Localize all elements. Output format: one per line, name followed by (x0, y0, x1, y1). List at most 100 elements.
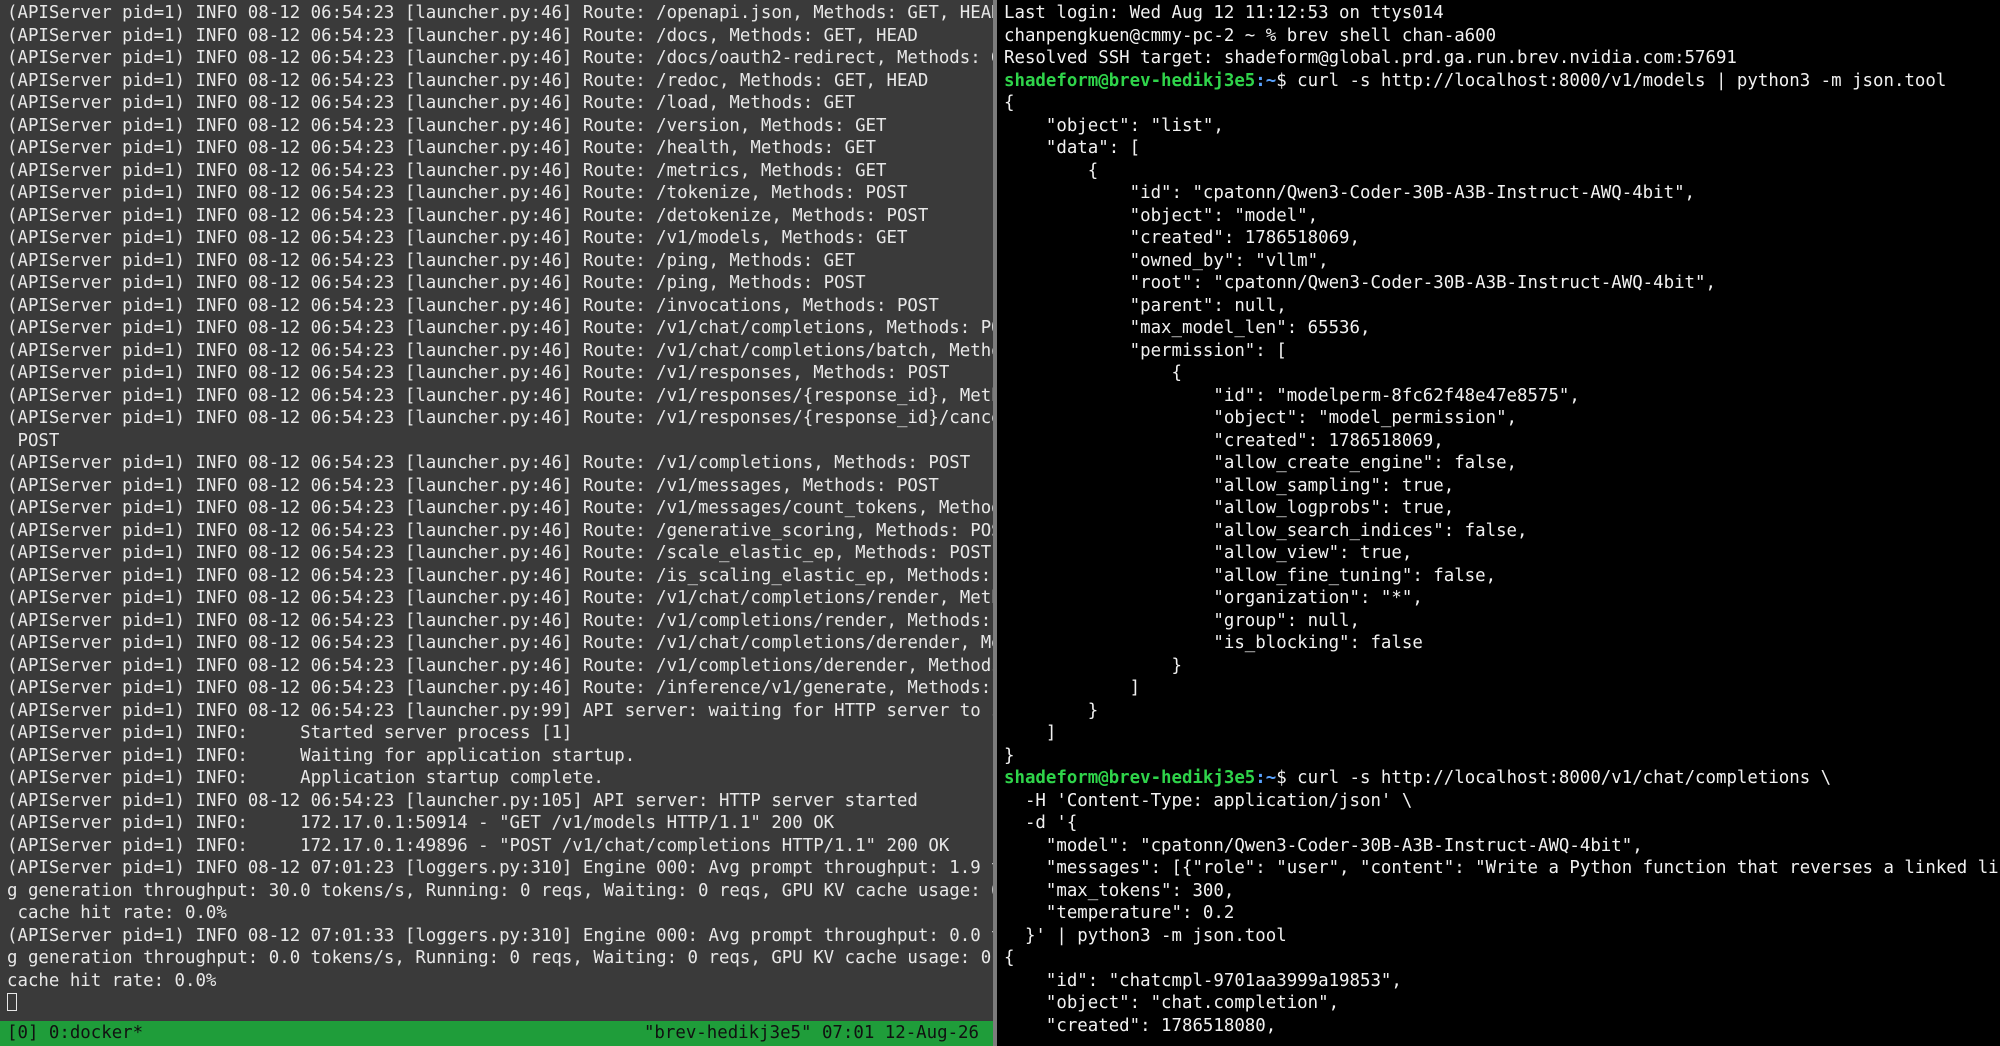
json-line: } (1004, 745, 1015, 766)
log-line: (APIServer pid=1) INFO 08-12 06:54:23 [l… (7, 363, 950, 383)
json-line: -d '{ (1004, 813, 1078, 833)
log-line: (APIServer pid=1) INFO 08-12 06:54:23 [l… (7, 25, 918, 46)
shell-line: Last login: Wed Aug 12 11:12:53 on ttys0… (1004, 3, 1444, 23)
log-line: (APIServer pid=1) INFO 08-12 06:54:23 [l… (7, 93, 856, 113)
log-line: (APIServer pid=1) INFO 08-12 06:54:23 [l… (7, 48, 993, 68)
log-line: (APIServer pid=1) INFO 08-12 06:54:23 [l… (7, 678, 993, 698)
log-line: (APIServer pid=1) INFO 08-12 06:54:23 [l… (7, 250, 856, 271)
log-line: g generation throughput: 30.0 tokens/s, … (7, 880, 993, 901)
log-line: (APIServer pid=1) INFO 08-12 06:54:23 [l… (7, 205, 929, 226)
log-line: (APIServer pid=1) INFO: 172.17.0.1:49896… (7, 835, 950, 856)
json-line: "allow_create_engine": false, (1004, 453, 1518, 473)
command-text: $ curl -s http://localhost:8000/v1/model… (1276, 70, 1947, 91)
prompt-path: :~ (1255, 768, 1277, 788)
json-line: "permission": [ (1004, 340, 1287, 361)
log-line: (APIServer pid=1) INFO 08-12 06:54:23 [l… (7, 453, 971, 473)
json-line: "allow_search_indices": false, (1004, 520, 1528, 541)
json-line: ] (1004, 678, 1141, 698)
tmux-window-list[interactable]: [0] 0:docker* (7, 1021, 143, 1046)
log-line: (APIServer pid=1) INFO 08-12 06:54:23 [l… (7, 3, 993, 23)
json-line: "max_tokens": 300, (1004, 880, 1235, 901)
json-line: "max_model_len": 65536, (1004, 318, 1371, 338)
log-line: POST (7, 430, 60, 451)
json-line: "allow_fine_tuning": false, (1004, 565, 1497, 586)
log-line: (APIServer pid=1) INFO 08-12 07:01:33 [l… (7, 925, 993, 946)
shell-line: Resolved SSH target: shadeform@global.pr… (1004, 48, 1737, 68)
terminal-cursor (7, 993, 17, 1011)
json-line: "created": 1786518080, (1004, 1015, 1277, 1036)
json-line: "messages": [{"role": "user", "content":… (1004, 858, 2000, 878)
prompt-line: shadeform@brev-hedikj3e5:~$ curl -s http… (1004, 767, 1996, 790)
log-line: (APIServer pid=1) INFO: Application star… (7, 768, 604, 788)
log-line: (APIServer pid=1) INFO 08-12 06:54:23 [l… (7, 475, 939, 496)
terminal-window: (APIServer pid=1) INFO 08-12 06:54:23 [l… (0, 0, 2000, 1046)
json-line: "is_blocking": false (1004, 633, 1423, 653)
log-line: (APIServer pid=1) INFO 08-12 06:54:23 [l… (7, 498, 993, 518)
json-line: "root": "cpatonn/Qwen3-Coder-30B-A3B-Ins… (1004, 273, 1716, 293)
json-line: "id": "chatcmpl-9701aa3999a19853", (1004, 970, 1402, 991)
json-line: -H 'Content-Type: application/json' \ (1004, 790, 1413, 811)
shell-output: Last login: Wed Aug 12 11:12:53 on ttys0… (1004, 2, 2000, 1037)
json-line: "object": "model_permission", (1004, 408, 1518, 428)
log-line: (APIServer pid=1) INFO 08-12 07:01:23 [l… (7, 858, 993, 878)
command-text: $ curl -s http://localhost:8000/v1/chat/… (1276, 768, 1832, 788)
log-line: cache hit rate: 0.0% (7, 903, 227, 923)
log-line: (APIServer pid=1) INFO 08-12 06:54:23 [l… (7, 610, 993, 631)
prompt-user: shadeform@brev-hedikj3e5 (1004, 70, 1256, 91)
log-line: (APIServer pid=1) INFO 08-12 06:54:23 [l… (7, 138, 877, 158)
json-line: } (1004, 700, 1099, 721)
log-line: (APIServer pid=1) INFO 08-12 06:54:23 [l… (7, 295, 939, 316)
tmux-session-info: "brev-hedikj3e5" 07:01 12-Aug-26 (643, 1023, 979, 1043)
log-line: (APIServer pid=1) INFO 08-12 06:54:23 [l… (7, 655, 993, 676)
log-line: (APIServer pid=1) INFO: Started server p… (7, 723, 573, 743)
json-line: "parent": null, (1004, 295, 1287, 316)
cursor-line (7, 992, 989, 1015)
json-line: }' | python3 -m json.tool (1004, 925, 1287, 946)
tmux-log-pane[interactable]: (APIServer pid=1) INFO 08-12 06:54:23 [l… (0, 0, 993, 1046)
shell-pane[interactable]: Last login: Wed Aug 12 11:12:53 on ttys0… (997, 0, 2000, 1046)
log-line: (APIServer pid=1) INFO 08-12 06:54:23 [l… (7, 408, 993, 428)
log-line: (APIServer pid=1) INFO 08-12 06:54:23 [l… (7, 318, 993, 338)
log-line: (APIServer pid=1) INFO 08-12 06:54:23 [l… (7, 790, 918, 811)
log-line: (APIServer pid=1) INFO 08-12 06:54:23 [l… (7, 70, 929, 91)
server-log-output: (APIServer pid=1) INFO 08-12 06:54:23 [l… (7, 2, 993, 1015)
log-line: (APIServer pid=1) INFO 08-12 06:54:23 [l… (7, 588, 993, 608)
json-line: "id": "modelperm-8fc62f48e47e8575", (1004, 385, 1580, 406)
shell-line: chanpengkuen@cmmy-pc-2 ~ % brev shell ch… (1004, 25, 1497, 46)
log-line: (APIServer pid=1) INFO 08-12 06:54:23 [l… (7, 565, 993, 586)
json-line: ] (1004, 723, 1057, 743)
json-line: { (1004, 93, 1015, 113)
log-line: (APIServer pid=1) INFO 08-12 06:54:23 [l… (7, 115, 887, 136)
json-line: "group": null, (1004, 610, 1360, 631)
json-line: "allow_view": true, (1004, 543, 1413, 563)
prompt-user: shadeform@brev-hedikj3e5 (1004, 768, 1256, 788)
json-line: "model": "cpatonn/Qwen3-Coder-30B-A3B-In… (1004, 835, 1643, 856)
log-line: g generation throughput: 0.0 tokens/s, R… (7, 948, 993, 968)
log-line: (APIServer pid=1) INFO 08-12 06:54:23 [l… (7, 385, 993, 406)
json-line: "organization": "*", (1004, 588, 1423, 608)
json-line: { (1004, 160, 1099, 181)
log-line: (APIServer pid=1) INFO 08-12 06:54:23 [l… (7, 340, 993, 361)
json-line: "object": "model", (1004, 205, 1319, 226)
log-line: (APIServer pid=1) INFO: 172.17.0.1:50914… (7, 813, 835, 833)
log-line: (APIServer pid=1) INFO 08-12 06:54:23 [l… (7, 520, 993, 541)
json-line: "id": "cpatonn/Qwen3-Coder-30B-A3B-Instr… (1004, 183, 1696, 203)
json-line: "object": "chat.completion", (1004, 993, 1340, 1013)
prompt-line: shadeform@brev-hedikj3e5:~$ curl -s http… (1004, 70, 1996, 93)
log-line: (APIServer pid=1) INFO 08-12 06:54:23 [l… (7, 228, 908, 248)
json-line: "temperature": 0.2 (1004, 903, 1235, 923)
json-line: "created": 1786518069, (1004, 430, 1444, 451)
log-line: (APIServer pid=1) INFO: Waiting for appl… (7, 745, 636, 766)
log-line: (APIServer pid=1) INFO 08-12 06:54:23 [l… (7, 273, 866, 293)
json-line: "allow_logprobs": true, (1004, 498, 1455, 518)
log-line: (APIServer pid=1) INFO 08-12 06:54:23 [l… (7, 160, 887, 181)
json-line: { (1004, 948, 1015, 968)
json-line: { (1004, 363, 1182, 383)
log-line: (APIServer pid=1) INFO 08-12 06:54:23 [l… (7, 543, 992, 563)
json-line: "allow_sampling": true, (1004, 475, 1455, 496)
tmux-status-bar: [0] 0:docker* "brev-hedikj3e5" 07:01 12-… (0, 1021, 993, 1046)
log-line: (APIServer pid=1) INFO 08-12 06:54:23 [l… (7, 183, 908, 203)
json-line: "object": "list", (1004, 115, 1224, 136)
json-line: "data": [ (1004, 138, 1141, 158)
json-line: "owned_by": "vllm", (1004, 250, 1329, 271)
